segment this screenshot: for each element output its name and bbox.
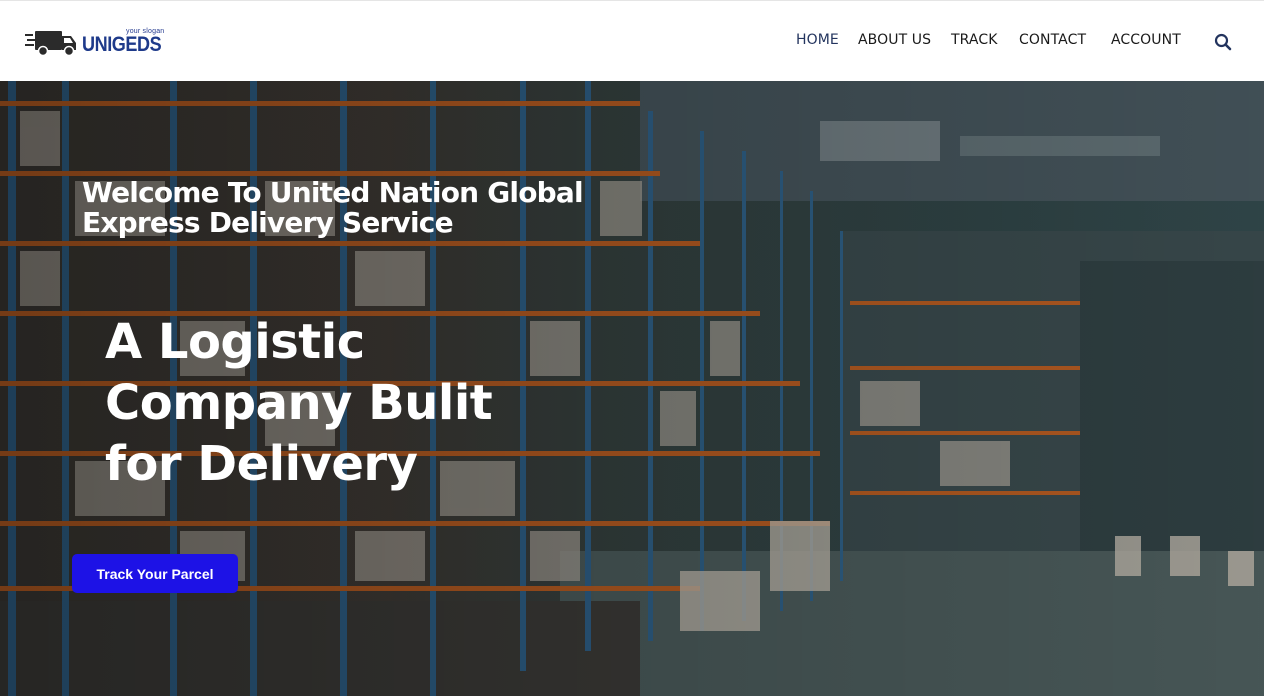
nav-account[interactable]: ACCOUNT [1111,32,1181,48]
hero-headline: A Logistic Company Bulit for Delivery [105,314,493,492]
hero-section: Welcome To United Nation Global Express … [0,81,1264,696]
logo[interactable]: your slogan UNIGEDS [25,25,175,61]
welcome-heading: Welcome To United Nation Global Express … [82,176,584,239]
nav-home[interactable]: HOME [796,32,839,48]
nav-contact[interactable]: CONTACT [1019,32,1086,48]
track-parcel-button[interactable]: Track Your Parcel [72,554,238,593]
nav-about-us[interactable]: ABOUT US [858,32,931,48]
nav-track[interactable]: TRACK [951,32,998,48]
logo-text: UNIGEDS [82,33,162,56]
search-icon[interactable] [1214,33,1232,51]
delivery-truck-icon [25,31,76,57]
site-header: your slogan UNIGEDS HOME ABOUT US TRACK … [0,0,1264,81]
